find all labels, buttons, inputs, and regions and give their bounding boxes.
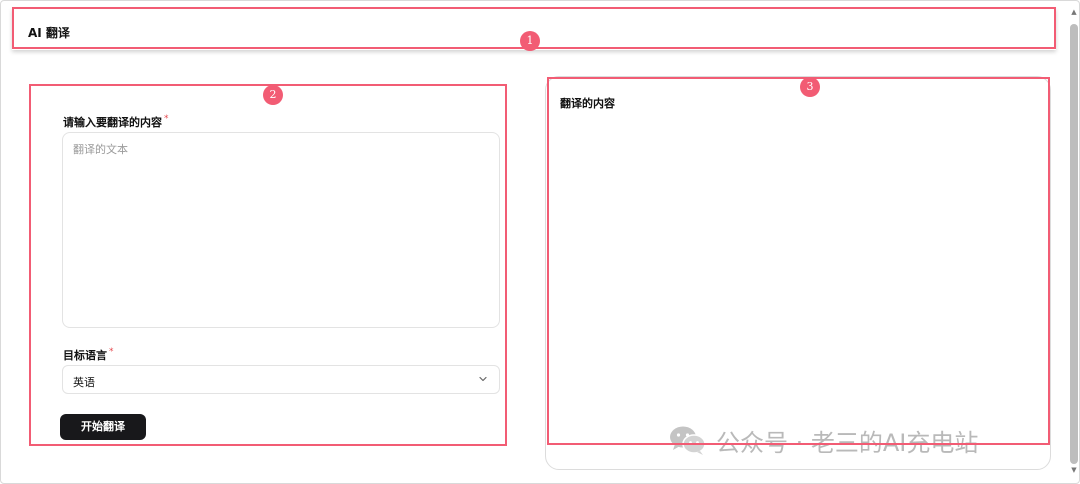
scroll-down-arrow-icon[interactable]: ▼ [1070, 466, 1078, 476]
output-card [545, 76, 1051, 470]
annotation-marker-2: 2 [263, 85, 283, 105]
required-mark: * [109, 347, 114, 357]
language-label: 目标语言 * [63, 347, 114, 363]
annotation-marker-3: 3 [800, 77, 820, 97]
start-translate-button[interactable]: 开始翻译 [60, 414, 146, 440]
watermark-text: 公众号 · 老三的AI充电站 [716, 428, 979, 457]
app-page: AI 翻译 请输入要翻译的内容* 目标语言* 英语 开始翻译 翻译的内容 公众号… [0, 0, 1080, 484]
required-mark: * [164, 114, 169, 124]
wechat-icon [670, 426, 706, 455]
source-text-input[interactable] [62, 132, 500, 328]
watermark: 公众号 · 老三的AI充电站 [668, 424, 979, 457]
input-label-text: 请输入要翻译的内容 [63, 116, 162, 129]
scroll-up-arrow-icon[interactable]: ▲ [1070, 8, 1078, 18]
input-label: 请输入要翻译的内容 * [63, 114, 169, 130]
target-language-value: 英语 [73, 376, 95, 389]
page-title: AI 翻译 [28, 26, 70, 40]
chevron-down-icon [479, 376, 487, 382]
annotation-marker-1: 1 [520, 31, 540, 51]
language-label-text: 目标语言 [63, 349, 107, 362]
vertical-scrollbar[interactable] [1070, 24, 1078, 464]
output-title: 翻译的内容 [560, 97, 615, 110]
target-language-select[interactable]: 英语 [62, 365, 500, 394]
